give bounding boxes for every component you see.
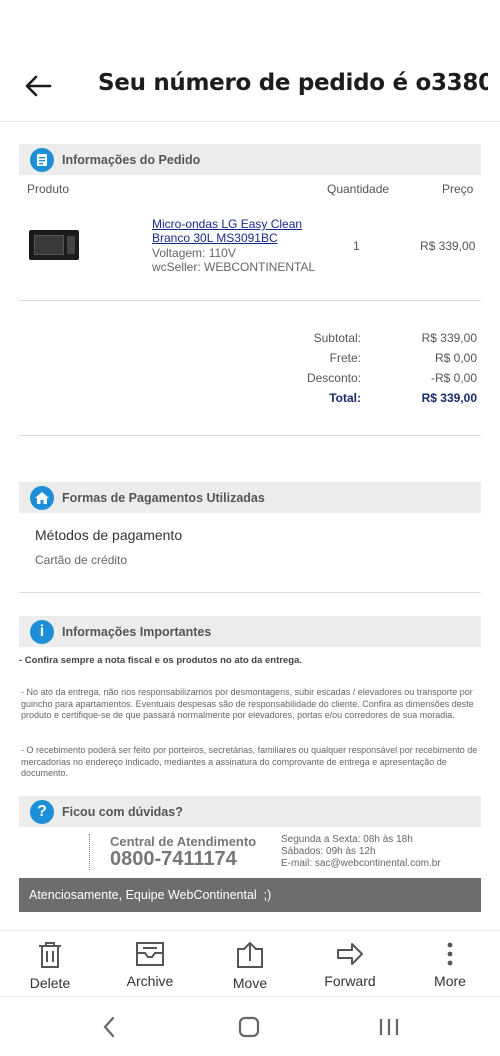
- chevron-left-icon: [103, 1016, 115, 1038]
- delete-label: Delete: [29, 975, 71, 991]
- shipping-label: Frete:: [329, 351, 361, 365]
- forward-button[interactable]: Forward: [300, 931, 400, 997]
- product-quantity: 1: [353, 239, 360, 253]
- help-header: ? Ficou com dúvidas?: [19, 796, 481, 827]
- section-title: Informações Importantes: [62, 624, 212, 639]
- support-email[interactable]: E-mail: sac@webcontinental.com.br: [281, 858, 441, 869]
- section-title: Ficou com dúvidas?: [62, 804, 183, 819]
- payment-methods-title: Métodos de pagamento: [35, 527, 183, 543]
- important-note: - Confira sempre a nota fiscal e os prod…: [19, 655, 302, 666]
- question-icon: ?: [30, 799, 54, 824]
- section-title: Informações do Pedido: [62, 152, 201, 167]
- more-vertical-icon: [447, 942, 453, 966]
- more-label: More: [434, 973, 466, 989]
- recents-icon: [379, 1019, 399, 1035]
- app-header: Seu número de pedido é o3380...: [0, 0, 500, 122]
- forward-arrow-icon: [337, 943, 363, 965]
- column-header-quantity: Quantidade: [327, 182, 390, 196]
- divider: [19, 592, 481, 593]
- support-hours-saturday: Sábados: 09h às 12h: [281, 846, 376, 857]
- move-label: Move: [232, 975, 268, 991]
- important-header: i Informações Importantes: [19, 616, 481, 647]
- discount-value: -R$ 0,00: [430, 371, 477, 385]
- product-image[interactable]: [29, 230, 79, 260]
- move-button[interactable]: Move: [200, 931, 300, 997]
- signoff-text: Atenciosamente, Equipe WebContinental ;): [29, 888, 272, 902]
- document-icon: [30, 147, 54, 172]
- page-title: Seu número de pedido é o3380...: [98, 70, 488, 96]
- payment-method: Cartão de crédito: [35, 553, 128, 567]
- home-icon: [30, 485, 54, 510]
- subtotal-value: R$ 339,00: [421, 331, 477, 345]
- delete-button[interactable]: Delete: [0, 931, 100, 997]
- back-button[interactable]: [18, 68, 58, 104]
- subtotal-label: Subtotal:: [313, 331, 361, 345]
- product-price: R$ 339,00: [420, 239, 476, 253]
- move-icon: [237, 941, 263, 968]
- more-button[interactable]: More: [400, 931, 500, 997]
- system-navigation-bar: [0, 996, 500, 1056]
- support-center-label: Central de Atendimento: [110, 834, 257, 849]
- support-phone[interactable]: 0800-7411174: [110, 848, 237, 871]
- home-square-icon: [238, 1016, 260, 1038]
- product-voltage: Voltagem: 110V: [152, 246, 236, 260]
- email-action-bar: Delete Archive Move Forward More: [0, 930, 500, 996]
- email-body[interactable]: Informações do Pedido Produto Quantidade…: [0, 122, 500, 930]
- back-arrow-icon: [25, 75, 52, 97]
- archive-icon: [136, 942, 164, 966]
- order-info-header: Informações do Pedido: [19, 144, 481, 175]
- info-icon: i: [30, 619, 54, 644]
- column-header-product: Produto: [27, 182, 70, 196]
- trash-icon: [39, 942, 61, 968]
- discount-label: Desconto:: [306, 371, 361, 385]
- forward-label: Forward: [324, 973, 376, 989]
- divider: [19, 435, 481, 436]
- total-label: Total:: [329, 391, 361, 405]
- product-seller: wcSeller: WEBCONTINENTAL: [152, 260, 316, 274]
- delivery-paragraph: - No ato da entrega, não nos responsabil…: [21, 687, 474, 720]
- signoff-bar: Atenciosamente, Equipe WebContinental ;): [19, 878, 481, 912]
- payment-header: Formas de Pagamentos Utilizadas: [19, 482, 481, 513]
- shipping-value: R$ 0,00: [434, 351, 477, 365]
- section-title: Formas de Pagamentos Utilizadas: [62, 490, 265, 505]
- nav-recents-button[interactable]: [369, 1013, 409, 1041]
- column-header-price: Preço: [442, 182, 474, 196]
- support-hours-weekday: Segunda a Sexta: 08h às 18h: [281, 834, 413, 845]
- product-link[interactable]: Micro-ondas LG Easy Clean Branco 30L MS3…: [152, 217, 322, 245]
- divider: [19, 300, 481, 301]
- nav-home-button[interactable]: [229, 1013, 269, 1041]
- total-value: R$ 339,00: [421, 391, 477, 405]
- divider: [89, 834, 90, 870]
- nav-back-button[interactable]: [89, 1013, 129, 1041]
- archive-button[interactable]: Archive: [100, 931, 200, 997]
- receipt-paragraph: - O recebimento poderá ser feito por por…: [21, 745, 478, 778]
- archive-label: Archive: [126, 973, 174, 989]
